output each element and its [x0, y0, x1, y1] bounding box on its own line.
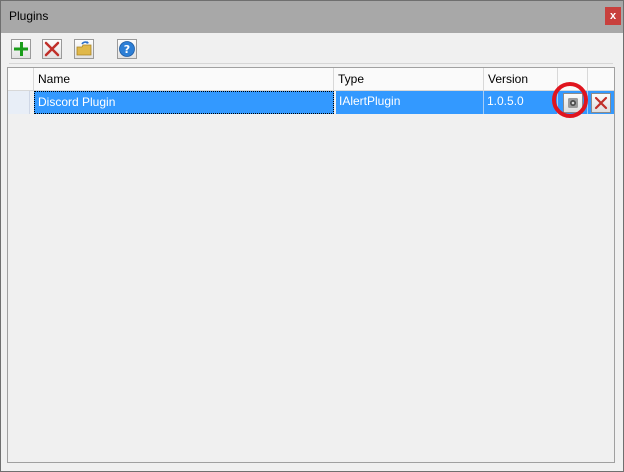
cell-name[interactable]: Discord Plugin	[34, 91, 334, 114]
highlight-circle	[552, 82, 588, 118]
window-title: Plugins	[9, 9, 49, 23]
x-icon	[594, 96, 608, 110]
row-header-corner	[8, 68, 34, 90]
folder-icon	[76, 41, 92, 56]
plugins-window: Plugins x ? Name Type Version Discord Pl…	[0, 0, 624, 472]
row-header[interactable]	[8, 91, 30, 114]
question-icon: ?	[119, 41, 135, 57]
svg-text:?: ?	[124, 43, 130, 56]
plus-icon	[14, 42, 28, 56]
table-row[interactable]: Discord Plugin IAlertPlugin 1.0.5.0	[8, 91, 614, 114]
close-button[interactable]: x	[605, 7, 621, 25]
plugins-grid[interactable]: Name Type Version Discord Plugin IAlertP…	[7, 67, 615, 463]
cell-version[interactable]: 1.0.5.0	[484, 91, 558, 114]
load-plugin-button[interactable]	[74, 39, 94, 59]
toolbar: ?	[1, 33, 623, 64]
toolbar-separator	[9, 63, 613, 64]
grid-header: Name Type Version	[8, 68, 614, 91]
add-plugin-button[interactable]	[11, 39, 31, 59]
column-header-version[interactable]: Version	[484, 68, 558, 90]
title-bar[interactable]: Plugins x	[1, 1, 623, 33]
column-header-delete	[588, 68, 614, 90]
x-icon	[44, 41, 60, 57]
remove-plugin-button[interactable]	[42, 39, 62, 59]
cell-type[interactable]: IAlertPlugin	[336, 91, 484, 114]
column-header-name[interactable]: Name	[34, 68, 334, 90]
help-button[interactable]: ?	[117, 39, 137, 59]
column-header-type[interactable]: Type	[334, 68, 484, 90]
delete-plugin-button[interactable]	[591, 93, 611, 113]
cell-delete	[588, 91, 614, 114]
